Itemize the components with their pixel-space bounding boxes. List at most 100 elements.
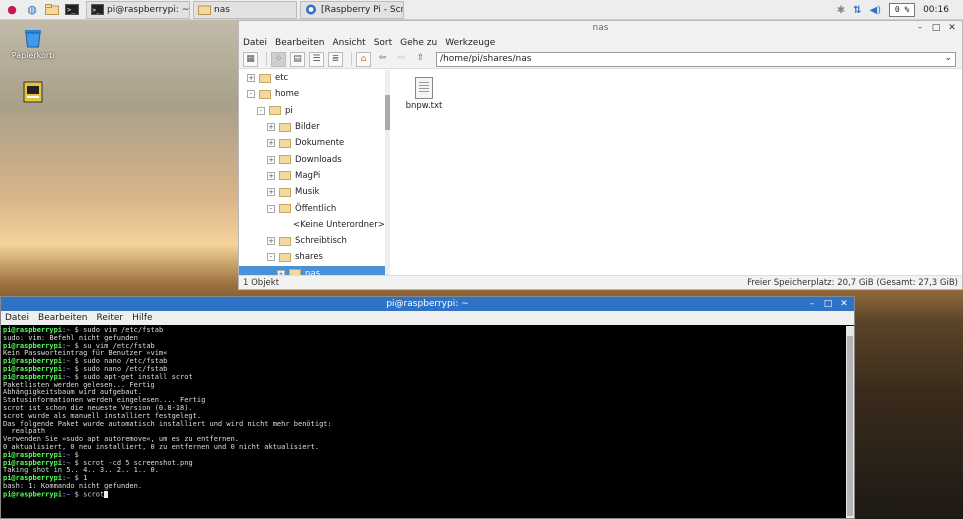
terminal-launcher-icon[interactable]: >_ — [64, 2, 80, 18]
detailed-list-view-button[interactable]: ≣ — [328, 51, 343, 67]
desktop-icon-drive[interactable] — [3, 80, 63, 104]
collapse-icon[interactable]: - — [257, 106, 265, 115]
file-manager-toolbar: ▦ ⁘ ▤ ☰ ≣ ⌂ ⇦ ⇨ ⇧ /home/pi/shares/nas ⌄ — [239, 50, 962, 69]
path-bar[interactable]: /home/pi/shares/nas ⌄ — [436, 51, 956, 67]
terminal-command: su vim /etc/fstab — [83, 341, 155, 350]
terminal-command: sudo vim /etc/fstab — [83, 326, 164, 334]
chevron-down-icon[interactable]: ⌄ — [944, 53, 952, 63]
folder-icon — [279, 171, 291, 181]
terminal-prompt-user: pi@raspberrypi — [3, 364, 63, 373]
menu-hilfe[interactable]: Hilfe — [132, 313, 152, 323]
folder-icon — [198, 5, 211, 15]
terminal-output[interactable]: pi@raspberrypi:~ $ sudo vim /etc/fstab su… — [1, 326, 847, 518]
tree-item[interactable]: + Downloads — [239, 151, 387, 167]
menu-bearbeiten[interactable]: Bearbeiten — [275, 38, 324, 48]
scrollbar-thumb[interactable] — [847, 336, 853, 516]
tree-item-label: MagPi — [295, 170, 321, 181]
menu-sort[interactable]: Sort — [374, 38, 392, 48]
tree-item[interactable]: + Dokumente — [239, 135, 387, 151]
menu-datei[interactable]: Datei — [5, 313, 29, 323]
toolbar-separator — [351, 52, 352, 66]
thumbnail-view-button[interactable]: ▤ — [290, 51, 305, 67]
terminal-output-text: Kein Passworteintrag für Benutzer »vim« — [3, 349, 168, 358]
minimize-icon[interactable]: – — [914, 22, 926, 34]
terminal-line: 0 aktualisiert, 0 neu installiert, 0 zu … — [3, 442, 845, 452]
terminal-command: scrot — [83, 490, 105, 499]
file-manager-body: + etc - home - pi + Bilder + Dokumente + Downloads +… — [239, 70, 962, 276]
tree-item[interactable]: - shares — [239, 249, 387, 265]
terminal-command: 1 — [83, 474, 88, 483]
menu-gehe-zu[interactable]: Gehe zu — [400, 38, 437, 48]
terminal-prompt-dir: ~ — [66, 364, 71, 373]
task-terminal[interactable]: >_ pi@raspberrypi: ~ — [86, 0, 190, 19]
home-folder-button[interactable]: ⌂ — [356, 51, 371, 67]
bluetooth-icon[interactable]: ✱ — [837, 5, 845, 16]
expand-icon[interactable]: + — [267, 155, 275, 164]
terminal-prompt-dir: ~ — [66, 458, 71, 467]
expand-icon[interactable]: + — [267, 171, 275, 180]
network-icon[interactable]: ⇅ — [853, 5, 861, 16]
expand-icon[interactable]: + — [267, 237, 275, 246]
task-browser[interactable]: [Raspberry Pi - Scree... — [300, 0, 404, 19]
terminal-output-text: scrot ist schon die neueste Version (0.8… — [3, 403, 193, 412]
file-manager-launcher-icon[interactable] — [44, 2, 60, 18]
folder-icon — [279, 252, 291, 262]
compact-view-button[interactable]: ☰ — [309, 51, 324, 67]
up-button[interactable]: ⇧ — [413, 52, 428, 67]
forward-button[interactable]: ⇨ — [394, 52, 409, 67]
tree-item[interactable]: - Öffentlich — [239, 200, 387, 216]
minimize-icon[interactable]: – — [806, 298, 818, 310]
terminal-scrollbar[interactable] — [846, 326, 854, 518]
scrollbar-thumb[interactable] — [385, 95, 390, 130]
path-input[interactable]: /home/pi/shares/nas — [440, 54, 531, 64]
tree-scrollbar[interactable] — [385, 70, 390, 276]
menu-reiter[interactable]: Reiter — [96, 313, 123, 323]
folder-icon — [279, 187, 291, 197]
maximize-icon[interactable]: □ — [930, 22, 942, 34]
folder-icon — [259, 89, 271, 99]
close-icon[interactable]: ✕ — [838, 298, 850, 310]
menu-bearbeiten[interactable]: Bearbeiten — [38, 313, 87, 323]
terminal-prompt-dir: ~ — [66, 326, 71, 334]
raspberry-menu-icon[interactable]: ● — [4, 2, 20, 18]
collapse-icon[interactable]: - — [267, 253, 275, 262]
icon-view-button[interactable]: ⁘ — [271, 51, 286, 67]
expand-icon[interactable]: + — [267, 188, 275, 197]
tree-item[interactable]: + etc — [239, 70, 387, 86]
collapse-icon[interactable]: - — [267, 204, 275, 213]
close-icon[interactable]: ✕ — [946, 22, 958, 34]
file-manager-statusbar: 1 Objekt Freier Speicherplatz: 20,7 GiB … — [239, 275, 962, 289]
volume-icon[interactable]: ◀) — [869, 5, 881, 16]
file-manager-titlebar[interactable]: nas – □ ✕ — [239, 21, 962, 36]
tree-item[interactable]: + Musik — [239, 184, 387, 200]
menu-datei[interactable]: Datei — [243, 38, 267, 48]
menu-werkzeuge[interactable]: Werkzeuge — [445, 38, 495, 48]
terminal-line: bash: 1: Kommando nicht gefunden. — [3, 482, 845, 491]
web-browser-launcher-icon[interactable]: ◍ — [24, 2, 40, 18]
maximize-icon[interactable]: □ — [822, 298, 834, 310]
tree-item[interactable]: - pi — [239, 103, 387, 119]
terminal-titlebar[interactable]: pi@raspberrypi: ~ – □ ✕ — [1, 297, 854, 311]
tree-item-label: <Keine Unterordner> — [293, 219, 385, 230]
collapse-icon[interactable]: - — [247, 90, 255, 99]
expand-icon[interactable]: + — [267, 123, 275, 132]
menu-ansicht[interactable]: Ansicht — [332, 38, 365, 48]
tree-item[interactable]: + Bilder — [239, 119, 387, 135]
desktop-icon-trash[interactable]: Papierkorb — [3, 26, 63, 60]
terminal-output-text: Paketlisten werden gelesen... Fertig — [3, 380, 155, 389]
terminal-prompt-user: pi@raspberrypi — [3, 450, 63, 459]
terminal-output-text: 0 aktualisiert, 0 neu installiert, 0 zu … — [3, 442, 320, 451]
tree-item[interactable]: + MagPi — [239, 168, 387, 184]
back-button[interactable]: ⇦ — [375, 52, 390, 67]
expand-icon[interactable]: + — [267, 139, 275, 148]
terminal-icon: >_ — [91, 4, 104, 15]
file-item[interactable]: bnpw.txt — [402, 77, 446, 111]
tree-item[interactable]: + Schreibtisch — [239, 233, 387, 249]
new-window-button[interactable]: ▦ — [243, 51, 258, 67]
tree-item[interactable]: - home — [239, 86, 387, 102]
task-file-manager[interactable]: nas — [193, 0, 297, 19]
tree-item[interactable]: <Keine Unterordner> — [239, 217, 387, 233]
expand-icon[interactable]: + — [247, 74, 255, 83]
tree-item-label: pi — [285, 105, 293, 116]
clock[interactable]: 00:16 — [923, 5, 949, 15]
